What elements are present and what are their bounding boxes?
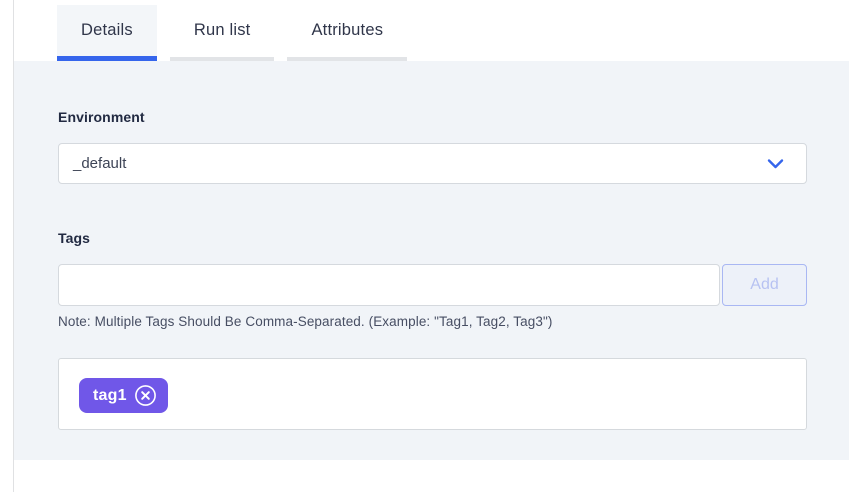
- environment-selected-value: _default: [73, 155, 126, 172]
- tab-run-list-label: Run list: [170, 5, 275, 56]
- tab-run-list[interactable]: Run list: [170, 5, 275, 61]
- tab-attributes-underline: [287, 57, 407, 61]
- tag-chip: tag1: [79, 378, 168, 413]
- tags-note: Note: Multiple Tags Should Be Comma-Sepa…: [58, 314, 807, 329]
- tab-bar: Details Run list Attributes: [14, 0, 849, 61]
- close-icon[interactable]: [134, 384, 157, 407]
- edit-node-dialog: Details Run list Attributes Environment …: [0, 0, 849, 492]
- tags-section: Tags Add Note: Multiple Tags Should Be C…: [58, 230, 807, 430]
- tags-input-row: Add: [58, 264, 807, 306]
- tab-details-label: Details: [57, 5, 157, 56]
- environment-section: Environment _default: [58, 109, 807, 184]
- tags-input[interactable]: [58, 264, 720, 306]
- environment-label: Environment: [58, 109, 807, 125]
- tags-label: Tags: [58, 230, 807, 246]
- content-panel: Details Run list Attributes Environment …: [13, 0, 849, 492]
- tag-chip-label: tag1: [93, 387, 127, 405]
- tab-attributes[interactable]: Attributes: [287, 5, 407, 61]
- environment-select[interactable]: _default: [58, 143, 807, 184]
- tab-run-list-underline: [170, 57, 275, 61]
- chevron-down-icon: [767, 158, 784, 170]
- tab-details[interactable]: Details: [57, 5, 157, 61]
- details-tab-content: Environment _default Tags Add No: [14, 61, 849, 460]
- tab-attributes-label: Attributes: [287, 5, 407, 56]
- tag-chips-container: tag1: [58, 358, 807, 430]
- tab-details-underline: [57, 56, 157, 61]
- add-tag-button[interactable]: Add: [722, 264, 807, 306]
